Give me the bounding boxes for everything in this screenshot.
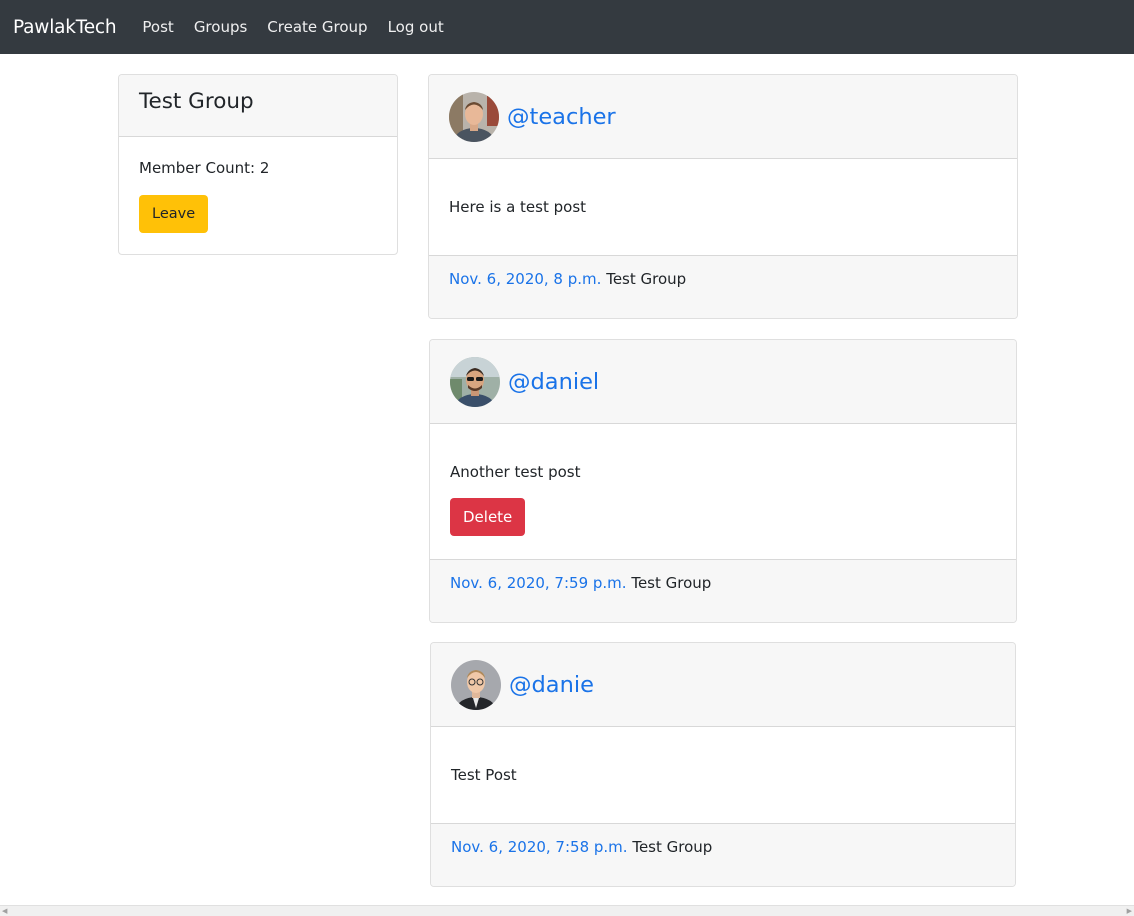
post-footer: Nov. 6, 2020, 7:59 p.m. Test Group [430,559,1016,622]
avatar[interactable] [450,356,500,407]
navbar: PawlakTech Post Groups Create Group Log … [0,0,1134,54]
horizontal-scrollbar[interactable]: ◀ ▶ [0,905,1134,916]
post-text: Here is a test post [449,198,587,216]
post-group: Test Group [606,270,687,288]
brand-link[interactable]: PawlakTech [13,17,117,38]
delete-button[interactable]: Delete [450,498,526,536]
post-group: Test Group [632,838,713,856]
post-group: Test Group [631,574,712,592]
nav-link-post[interactable]: Post [142,18,173,36]
avatar[interactable] [449,91,499,142]
post-footer: Nov. 6, 2020, 7:58 p.m. Test Group [431,823,1015,886]
username-link[interactable]: @daniel [508,369,599,395]
post-text: Test Post [451,766,517,784]
post-header: @teacher [429,75,1017,159]
group-card: Test Group Member Count: 2 Leave [118,74,398,255]
post-body: Test Post [431,727,1015,823]
avatar-photo-icon [451,659,501,710]
nav-link-create-group[interactable]: Create Group [267,18,367,36]
post-footer: Nov. 6, 2020, 8 p.m. Test Group [429,255,1017,318]
post-header: @danie [431,643,1015,727]
post-card: @teacher Here is a test post Nov. 6, 202… [428,74,1018,319]
avatar[interactable] [451,659,501,710]
leave-button[interactable]: Leave [139,195,209,233]
group-body: Member Count: 2 Leave [119,137,397,254]
scroll-right-icon[interactable]: ▶ [1127,907,1132,915]
username-link[interactable]: @danie [509,672,594,698]
post-card: @danie Test Post Nov. 6, 2020, 7:58 p.m.… [430,642,1016,887]
avatar-photo-icon [449,91,499,142]
avatar-photo-icon [450,356,500,407]
post-text: Another test post [450,463,581,481]
username-link[interactable]: @teacher [507,104,616,130]
member-count: Member Count: 2 [139,159,270,177]
nav-link-groups[interactable]: Groups [194,18,247,36]
post-date-link[interactable]: Nov. 6, 2020, 8 p.m. [449,270,601,288]
scroll-left-icon[interactable]: ◀ [2,907,7,915]
post-header: @daniel [430,340,1016,424]
post-body: Here is a test post [429,159,1017,255]
post-card: @daniel Another test post Delete Nov. 6,… [429,339,1017,623]
post-date-link[interactable]: Nov. 6, 2020, 7:58 p.m. [451,838,628,856]
nav-link-log-out[interactable]: Log out [388,18,444,36]
post-body: Another test post Delete [430,424,1016,559]
group-title: Test Group [119,75,397,137]
post-date-link[interactable]: Nov. 6, 2020, 7:59 p.m. [450,574,627,592]
